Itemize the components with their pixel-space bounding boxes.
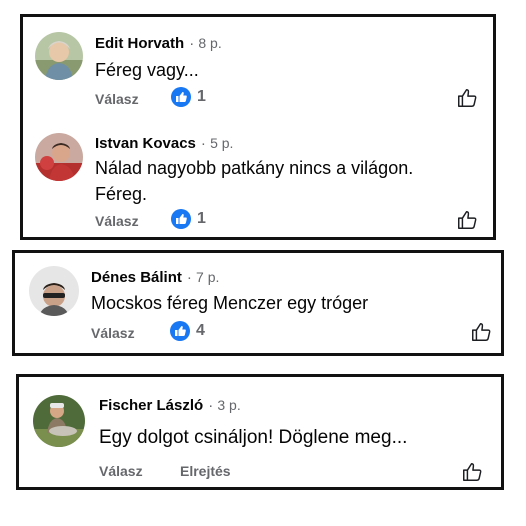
thumbs-up-outline-icon — [472, 323, 491, 341]
author-name[interactable]: Dénes Bálint · 7 p. — [91, 269, 219, 286]
separator: · — [186, 269, 192, 286]
thumbs-up-badge-icon — [171, 87, 191, 107]
author-name-text[interactable]: Dénes Bálint — [91, 269, 182, 286]
comment-text: Féreg vagy... — [95, 60, 199, 80]
comment-panel-3: Fischer László · 3 p. Egy dolgot csináljo… — [16, 374, 504, 490]
like-count: 1 — [197, 88, 206, 105]
timestamp[interactable]: 8 p. — [198, 35, 221, 51]
separator: · — [189, 35, 195, 52]
like-count: 1 — [197, 210, 206, 227]
avatar[interactable] — [33, 395, 85, 447]
thumbs-up-outline-icon — [458, 211, 477, 229]
separator: · — [200, 135, 206, 152]
like-count: 4 — [196, 322, 205, 339]
like-button[interactable] — [470, 321, 492, 343]
reaction-summary[interactable]: 1 — [171, 209, 206, 229]
author-name[interactable]: Edit Horvath · 8 p. — [95, 35, 222, 52]
timestamp[interactable]: 7 p. — [196, 269, 219, 285]
comment-text: Nálad nagyobb patkány nincs a világon. F… — [95, 155, 413, 207]
comment-panel-2: Dénes Bálint · 7 p. Mocskos féreg Menczer… — [12, 250, 504, 356]
timestamp[interactable]: 5 p. — [210, 135, 233, 151]
like-button[interactable] — [461, 461, 483, 483]
author-name[interactable]: Istvan Kovacs · 5 p. — [95, 135, 233, 152]
reply-button[interactable]: Válasz — [95, 213, 139, 229]
thumbs-up-outline-icon — [463, 463, 482, 481]
comment-panel-1: Edit Horvath · 8 p. Féreg vagy... Válasz … — [20, 14, 496, 240]
hide-button[interactable]: Elrejtés — [180, 463, 231, 479]
comment-text: Egy dolgot csináljon! Döglene meg... — [99, 427, 408, 448]
separator: · — [208, 397, 214, 414]
avatar[interactable] — [29, 266, 79, 316]
reply-button[interactable]: Válasz — [95, 91, 139, 107]
reply-button[interactable]: Válasz — [99, 463, 143, 479]
author-name-text[interactable]: Edit Horvath — [95, 35, 184, 52]
author-name[interactable]: Fischer László · 3 p. — [99, 397, 241, 414]
like-button[interactable] — [456, 87, 478, 109]
thumbs-up-outline-icon — [458, 89, 477, 107]
like-button[interactable] — [456, 209, 478, 231]
thumbs-up-badge-icon — [170, 321, 190, 341]
reaction-summary[interactable]: 4 — [170, 321, 205, 341]
reply-button[interactable]: Válasz — [91, 325, 135, 341]
comment-text-line: Nálad nagyobb patkány nincs a világon. — [95, 158, 414, 178]
avatar[interactable] — [35, 32, 83, 80]
avatar[interactable] — [35, 133, 83, 181]
comment-text: Mocskos féreg Menczer egy tróger — [91, 293, 369, 313]
author-name-text[interactable]: Istvan Kovacs — [95, 135, 196, 152]
reaction-summary[interactable]: 1 — [171, 87, 206, 107]
comment-text-line: Féreg. — [95, 184, 148, 204]
thumbs-up-badge-icon — [171, 209, 191, 229]
timestamp[interactable]: 3 p. — [217, 397, 240, 413]
author-name-text[interactable]: Fischer László — [99, 397, 203, 414]
